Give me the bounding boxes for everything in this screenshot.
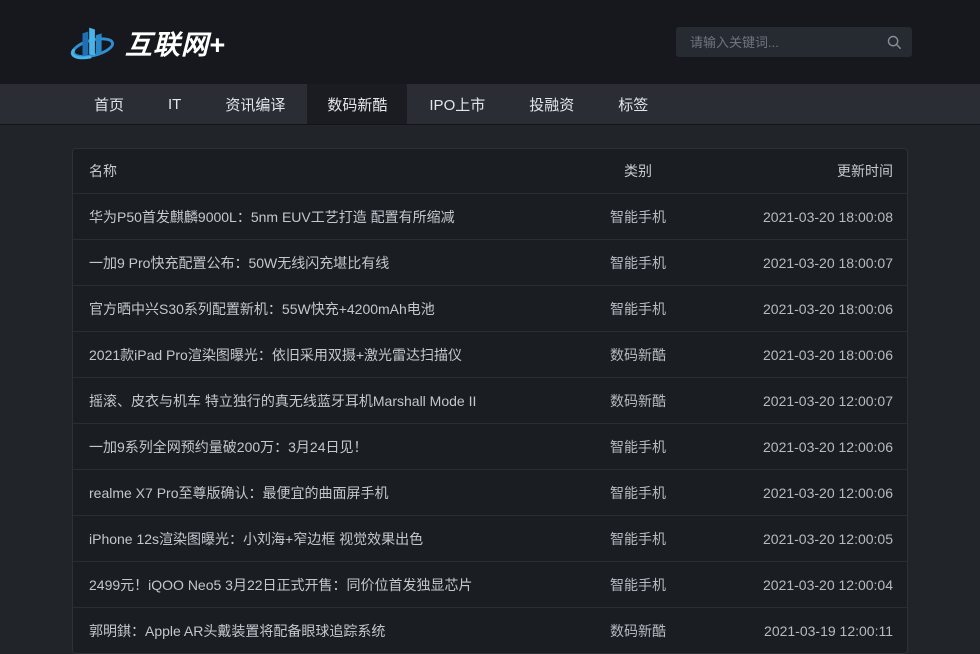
article-title-link[interactable]: 一加9 Pro快充配置公布：50W无线闪充堪比有线 xyxy=(73,253,563,273)
article-title-link[interactable]: 郭明錤：Apple AR头戴装置将配备眼球追踪系统 xyxy=(73,621,563,641)
table-row[interactable]: realme X7 Pro至尊版确认：最便宜的曲面屏手机 智能手机 2021-0… xyxy=(73,469,907,515)
article-category: 数码新酷 xyxy=(563,345,713,365)
table-row[interactable]: 2499元！iQOO Neo5 3月22日正式开售：同价位首发独显芯片 智能手机… xyxy=(73,561,907,607)
column-header-name: 名称 xyxy=(73,161,563,181)
column-header-category: 类别 xyxy=(563,161,713,181)
article-title-link[interactable]: 2021款iPad Pro渲染图曝光：依旧采用双摄+激光雷达扫描仪 xyxy=(73,345,563,365)
article-updated: 2021-03-20 18:00:07 xyxy=(713,255,907,271)
article-updated: 2021-03-20 12:00:07 xyxy=(713,393,907,409)
table-row[interactable]: 郭明錤：Apple AR头戴装置将配备眼球追踪系统 数码新酷 2021-03-1… xyxy=(73,607,907,653)
article-title-link[interactable]: realme X7 Pro至尊版确认：最便宜的曲面屏手机 xyxy=(73,483,563,503)
column-header-updated: 更新时间 xyxy=(713,161,907,181)
main-nav: 首页 IT 资讯编译 数码新酷 IPO上市 投融资 标签 xyxy=(0,84,980,125)
top-header: 互联网+ xyxy=(0,0,980,84)
article-title-link[interactable]: 华为P50首发麒麟9000L：5nm EUV工艺打造 配置有所缩减 xyxy=(73,207,563,227)
article-category: 数码新酷 xyxy=(563,391,713,411)
article-category: 智能手机 xyxy=(563,207,713,227)
article-title-link[interactable]: 一加9系列全网预约量破200万：3月24日见！ xyxy=(73,437,563,457)
article-updated: 2021-03-20 18:00:06 xyxy=(713,347,907,363)
article-title-link[interactable]: 2499元！iQOO Neo5 3月22日正式开售：同价位首发独显芯片 xyxy=(73,575,563,595)
article-updated: 2021-03-20 18:00:08 xyxy=(713,209,907,225)
article-updated: 2021-03-20 12:00:05 xyxy=(713,531,907,547)
table-row[interactable]: iPhone 12s渲染图曝光：小刘海+窄边框 视觉效果出色 智能手机 2021… xyxy=(73,515,907,561)
site-title: 互联网+ xyxy=(125,23,226,62)
article-updated: 2021-03-19 12:00:11 xyxy=(713,623,907,639)
table-row[interactable]: 官方晒中兴S30系列配置新机：55W快充+4200mAh电池 智能手机 2021… xyxy=(73,285,907,331)
site-logo[interactable]: 互联网+ xyxy=(70,19,226,65)
page-content: 名称 类别 更新时间 华为P50首发麒麟9000L：5nm EUV工艺打造 配置… xyxy=(0,125,980,654)
table-header-row: 名称 类别 更新时间 xyxy=(73,149,907,193)
nav-item-home[interactable]: 首页 xyxy=(72,84,146,124)
article-category: 智能手机 xyxy=(563,299,713,319)
table-row[interactable]: 一加9系列全网预约量破200万：3月24日见！ 智能手机 2021-03-20 … xyxy=(73,423,907,469)
article-category: 智能手机 xyxy=(563,253,713,273)
nav-item-tags[interactable]: 标签 xyxy=(596,84,670,124)
search-input[interactable] xyxy=(688,34,886,51)
article-category: 智能手机 xyxy=(563,437,713,457)
article-table: 名称 类别 更新时间 华为P50首发麒麟9000L：5nm EUV工艺打造 配置… xyxy=(72,148,908,654)
nav-item-investment[interactable]: 投融资 xyxy=(507,84,596,124)
nav-item-ipo[interactable]: IPO上市 xyxy=(407,84,507,124)
table-row[interactable]: 摇滚、皮衣与机车 特立独行的真无线蓝牙耳机Marshall Mode II 数码… xyxy=(73,377,907,423)
article-category: 智能手机 xyxy=(563,483,713,503)
article-category: 智能手机 xyxy=(563,529,713,549)
table-body: 华为P50首发麒麟9000L：5nm EUV工艺打造 配置有所缩减 智能手机 2… xyxy=(73,193,907,653)
nav-item-news-compile[interactable]: 资讯编译 xyxy=(203,84,307,124)
table-row[interactable]: 2021款iPad Pro渲染图曝光：依旧采用双摄+激光雷达扫描仪 数码新酷 2… xyxy=(73,331,907,377)
article-title-link[interactable]: 摇滚、皮衣与机车 特立独行的真无线蓝牙耳机Marshall Mode II xyxy=(73,391,563,411)
search-icon[interactable] xyxy=(886,34,902,50)
article-updated: 2021-03-20 18:00:06 xyxy=(713,301,907,317)
article-updated: 2021-03-20 12:00:04 xyxy=(713,577,907,593)
article-category: 数码新酷 xyxy=(563,621,713,641)
table-row[interactable]: 华为P50首发麒麟9000L：5nm EUV工艺打造 配置有所缩减 智能手机 2… xyxy=(73,193,907,239)
article-updated: 2021-03-20 12:00:06 xyxy=(713,439,907,455)
table-row[interactable]: 一加9 Pro快充配置公布：50W无线闪充堪比有线 智能手机 2021-03-2… xyxy=(73,239,907,285)
article-title-link[interactable]: iPhone 12s渲染图曝光：小刘海+窄边框 视觉效果出色 xyxy=(73,529,563,549)
logo-buildings-orbit-icon xyxy=(70,19,116,65)
nav-item-digital-cool[interactable]: 数码新酷 xyxy=(307,84,407,124)
article-category: 智能手机 xyxy=(563,575,713,595)
article-updated: 2021-03-20 12:00:06 xyxy=(713,485,907,501)
article-title-link[interactable]: 官方晒中兴S30系列配置新机：55W快充+4200mAh电池 xyxy=(73,299,563,319)
nav-item-it[interactable]: IT xyxy=(146,84,203,124)
search-box[interactable] xyxy=(676,27,912,57)
